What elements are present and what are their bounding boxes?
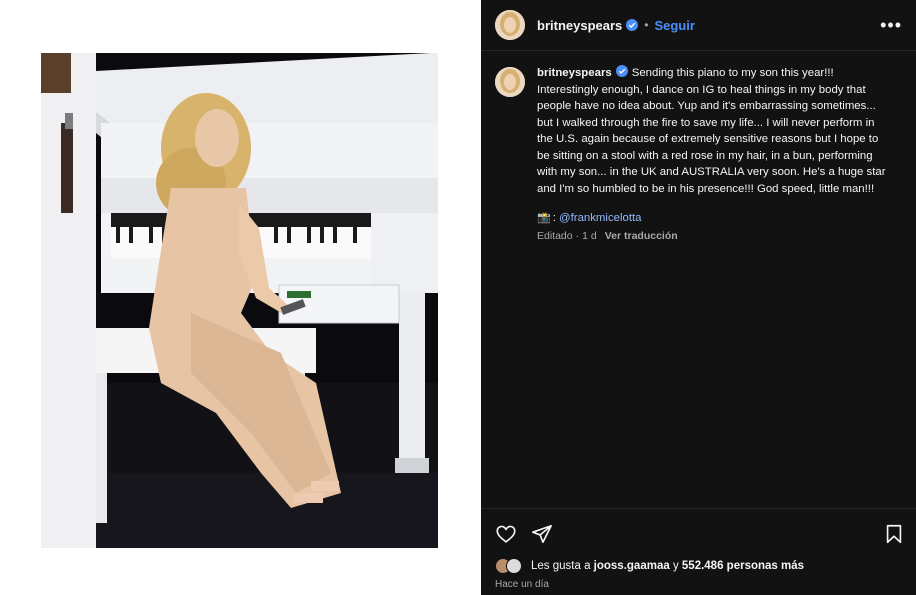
actions-divider [481, 508, 916, 509]
more-options-icon[interactable]: ••• [880, 16, 902, 34]
caption-body: britneyspears Sending this piano to my so… [537, 65, 891, 242]
likes-count[interactable]: 552.486 personas más [682, 560, 804, 572]
caption-text: britneyspears Sending this piano to my so… [537, 65, 891, 197]
likes-summary[interactable]: Les gusta a jooss.gaamaa y 552.486 perso… [495, 558, 804, 574]
post-media-panel [0, 0, 481, 595]
credit-separator: : [552, 211, 556, 224]
caption-body-text: Sending this piano to my son this year!!… [537, 67, 886, 195]
liker-avatars [495, 558, 525, 574]
meta-separator: · [575, 230, 580, 242]
photo-credit: 📸: @frankmicelotta [537, 211, 891, 225]
camera-flash-icon: 📸 [537, 212, 551, 224]
bookmark-icon[interactable] [883, 523, 905, 545]
likes-conjunction: y [672, 560, 679, 572]
header-divider [481, 50, 916, 51]
caption-avatar[interactable] [495, 67, 525, 97]
verified-badge-icon [615, 65, 628, 77]
share-icon[interactable] [531, 523, 553, 545]
caption-section: britneyspears Sending this piano to my so… [495, 65, 905, 242]
liker-avatar [506, 558, 522, 574]
follow-button[interactable]: Seguir [654, 18, 694, 33]
post-age: 1 d [582, 230, 597, 242]
likes-prefix: Les gusta a [531, 560, 591, 572]
edited-label: Editado [537, 230, 573, 242]
header-separator: • [644, 18, 649, 32]
verified-badge-icon [626, 19, 639, 31]
post-actions [495, 522, 905, 546]
heart-icon[interactable] [495, 523, 517, 545]
post-timestamp: Hace un día [495, 579, 549, 590]
post-details-panel: britneyspears • Seguir ••• britneyspears… [481, 0, 916, 595]
post-photo[interactable] [41, 53, 438, 548]
mention-link[interactable]: @frankmicelotta [559, 212, 641, 224]
liker-username[interactable]: jooss.gaamaa [594, 560, 670, 572]
see-translation-link[interactable]: Ver traducción [605, 230, 678, 242]
caption-username[interactable]: britneyspears [537, 67, 612, 79]
post-header: britneyspears • Seguir ••• [481, 0, 916, 50]
author-username[interactable]: britneyspears [537, 18, 622, 33]
author-avatar[interactable] [495, 10, 525, 40]
caption-meta: Editado · 1 d Ver traducción [537, 230, 891, 242]
